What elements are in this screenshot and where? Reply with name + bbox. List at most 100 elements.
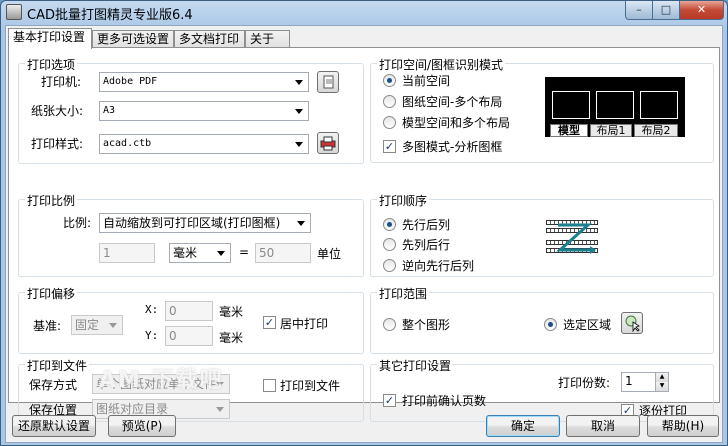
ok-button[interactable]: 确定 — [486, 415, 560, 437]
radio-paper-layouts[interactable] — [383, 95, 396, 108]
base-value: 固定 — [75, 318, 100, 332]
base-select[interactable]: 固定 — [71, 315, 123, 335]
radio-current-space[interactable] — [383, 74, 396, 87]
radio-label: 整个图形 — [402, 318, 451, 332]
radio-label: 图纸空间-多个布局 — [402, 95, 503, 109]
radio-model-layouts[interactable] — [383, 116, 396, 129]
x-label: X: — [145, 303, 159, 316]
layout-preview: 模型 布局1 布局2 — [545, 77, 685, 137]
y-input[interactable]: 0 — [165, 326, 213, 346]
help-button[interactable]: 帮助(H) — [647, 415, 719, 437]
style-select[interactable]: acad.ctb — [99, 134, 309, 154]
group-title: 其它打印设置 — [377, 357, 454, 374]
pick-area-icon — [625, 315, 640, 333]
printer-label: 打印机: — [41, 75, 82, 89]
tab-about[interactable]: 关于 — [245, 30, 290, 48]
group-title: 打印到文件 — [25, 357, 90, 374]
radio-label: 当前空间 — [402, 74, 451, 88]
unit-select[interactable]: 毫米 — [169, 243, 231, 263]
chevron-down-icon — [295, 142, 303, 147]
save-mode-label: 保存方式 — [29, 378, 78, 392]
scale-value: 自动缩放到可打印区域(打印图框) — [103, 216, 281, 230]
radio-selected-area[interactable] — [544, 318, 557, 331]
preview-sheet — [640, 91, 678, 119]
equals-label: = — [239, 245, 250, 259]
page-icon — [323, 75, 334, 89]
preview-tab-layout2: 布局2 — [634, 124, 678, 137]
minimize-button[interactable]: – — [625, 1, 653, 20]
scale-num-a[interactable]: 1 — [99, 243, 155, 263]
chevron-down-icon — [297, 221, 305, 226]
watermark: AM 下载吧 — [99, 368, 224, 393]
reset-defaults-button[interactable]: 还原默认设置 — [12, 415, 96, 437]
x-input[interactable]: 0 — [165, 301, 213, 321]
unit-label: 单位 — [317, 247, 342, 261]
unit-value: 毫米 — [173, 246, 198, 260]
other-settings-group: 其它打印设置 ✓ 打印前确认页数 打印份数: 1 ▲ ▼ ✓ 逐份打印 — [370, 357, 714, 422]
tab-more[interactable]: 更多可选设置 — [92, 30, 174, 48]
preview-tab-layout1: 布局1 — [590, 124, 632, 137]
center-checkbox[interactable]: ✓ — [263, 316, 276, 329]
confirm-pages-checkbox[interactable]: ✓ — [383, 394, 396, 407]
select-area-button[interactable] — [621, 312, 643, 334]
group-title: 打印偏移 — [25, 285, 78, 302]
paper-select[interactable]: A3 — [99, 101, 309, 121]
print-to-file-label: 打印到文件 — [280, 379, 341, 393]
print-offset-group: 打印偏移 基准: 固定 X: 0 毫米 Y: 0 毫米 ✓ 居中打印 — [18, 285, 364, 354]
cancel-button[interactable]: 取消 — [566, 415, 640, 437]
save-location-value: 图纸对应目录 — [96, 402, 169, 416]
group-title: 打印范围 — [377, 285, 430, 302]
x-unit: 毫米 — [219, 305, 244, 319]
multi-frame-checkbox[interactable]: ✓ — [383, 140, 396, 153]
y-unit: 毫米 — [219, 331, 244, 345]
copies-value: 1 — [625, 374, 633, 388]
radio-col-first[interactable] — [383, 238, 396, 251]
print-space-group: 打印空间/图框识别模式 当前空间 图纸空间-多个布局 模型空间和多个布局 ✓ 多… — [370, 56, 714, 163]
style-label: 打印样式: — [31, 137, 84, 151]
title-bar[interactable]: CAD批量打图精灵专业版6.4 – □ ✕ — [1, 1, 727, 23]
maximize-button[interactable]: □ — [652, 1, 680, 20]
base-label: 基准: — [33, 319, 62, 333]
group-title: 打印比例 — [25, 192, 78, 209]
printer-select[interactable]: Adobe PDF — [99, 72, 309, 92]
print-options-group: 打印选项 打印机: Adobe PDF 纸张大小: A3 打印样式: acad.… — [18, 56, 364, 164]
order-diagram — [546, 220, 598, 258]
group-title: 打印顺序 — [377, 192, 430, 209]
tab-page-basic: 打印选项 打印机: Adobe PDF 纸张大小: A3 打印样式: acad.… — [8, 47, 720, 422]
preview-sheet — [596, 91, 634, 119]
scale-num-b[interactable]: 50 — [255, 243, 311, 263]
app-icon — [6, 4, 22, 20]
confirm-pages-label: 打印前确认页数 — [402, 394, 487, 408]
copies-stepper[interactable]: 1 ▲ ▼ — [621, 372, 669, 392]
printer-value: Adobe PDF — [103, 76, 158, 87]
printer-properties-button[interactable] — [317, 71, 339, 93]
chevron-down-icon — [295, 109, 303, 114]
scale-select[interactable]: 自动缩放到可打印区域(打印图框) — [99, 213, 311, 233]
style-edit-button[interactable] — [317, 132, 339, 154]
spin-up-button[interactable]: ▲ — [655, 373, 668, 382]
radio-label: 逆向先行后列 — [402, 259, 475, 273]
group-title: 打印空间/图框识别模式 — [377, 56, 506, 73]
printer-icon — [320, 136, 336, 151]
copies-label: 打印份数: — [558, 376, 611, 390]
y-label: Y: — [145, 329, 159, 342]
print-to-file-checkbox[interactable] — [263, 379, 276, 392]
preview-button[interactable]: 预览(P) — [108, 415, 176, 437]
spin-down-button[interactable]: ▼ — [655, 382, 668, 391]
multi-frame-label: 多图模式-分析图框 — [402, 140, 503, 154]
print-order-group: 打印顺序 先行后列 先列后行 逆向先行后列 — [370, 192, 714, 277]
paper-value: A3 — [103, 105, 116, 116]
main-window: CAD批量打图精灵专业版6.4 – □ ✕ 基本打印设置 更多可选设置 多文档打… — [0, 0, 728, 446]
preview-tab-model: 模型 — [550, 124, 588, 137]
tab-basic[interactable]: 基本打印设置 — [8, 28, 92, 49]
radio-label: 选定区域 — [563, 318, 612, 332]
radio-label: 先行后列 — [402, 218, 451, 232]
window-title: CAD批量打图精灵专业版6.4 — [27, 8, 193, 23]
radio-row-first[interactable] — [383, 218, 396, 231]
tab-multidoc[interactable]: 多文档打印 — [174, 30, 245, 48]
close-button[interactable]: ✕ — [679, 1, 724, 20]
radio-reverse-row[interactable] — [383, 259, 396, 272]
radio-whole-drawing[interactable] — [383, 318, 396, 331]
chevron-down-icon — [109, 323, 117, 328]
chevron-down-icon — [216, 407, 224, 412]
